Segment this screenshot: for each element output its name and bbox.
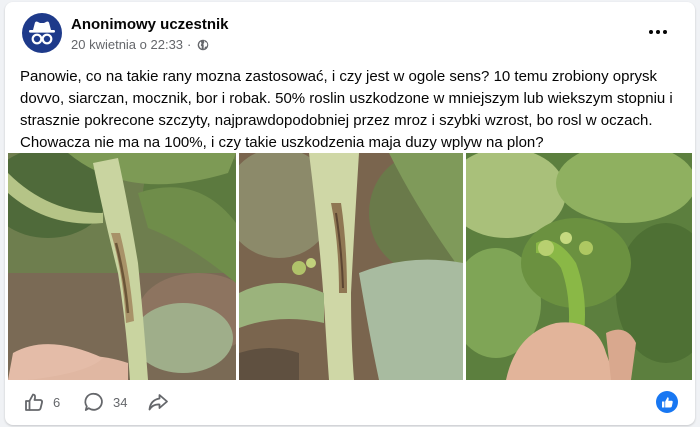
dot <box>663 30 667 34</box>
thumbs-up-icon <box>25 393 43 411</box>
share-icon <box>148 394 168 411</box>
author-name[interactable]: Anonimowy uczestnik <box>71 16 229 33</box>
dot <box>656 30 660 34</box>
like-reaction-icon <box>661 396 673 407</box>
comment-count: 34 <box>113 394 128 410</box>
photo-split-stem-2[interactable] <box>239 153 463 380</box>
more-options-button[interactable] <box>643 22 673 42</box>
like-count: 6 <box>53 394 61 410</box>
globe-icon[interactable] <box>197 39 209 51</box>
incognito-icon <box>29 21 55 45</box>
post-card: Anonimowy uczestnik 20 kwietnia o 22:33 … <box>5 2 695 425</box>
photo-twisted-tops-3[interactable] <box>466 153 692 380</box>
photo-cracked-stem-1[interactable] <box>8 153 236 380</box>
post-text: Panowie, co na takie rany mozna zastosow… <box>20 68 673 151</box>
meta-separator: · <box>187 37 192 52</box>
post-date[interactable]: 20 kwietnia o 22:33 <box>71 37 183 52</box>
comment-button[interactable]: 34 <box>83 386 127 418</box>
photo-grid <box>8 153 692 380</box>
post-meta: 20 kwietnia o 22:33 · <box>71 37 209 52</box>
dot <box>649 30 653 34</box>
comment-icon <box>84 392 103 411</box>
anonymous-avatar[interactable] <box>22 13 62 53</box>
like-reaction-badge[interactable] <box>656 391 678 413</box>
action-bar: 6 34 <box>5 386 695 418</box>
like-button[interactable]: 6 <box>23 386 60 418</box>
share-button[interactable] <box>147 386 169 418</box>
